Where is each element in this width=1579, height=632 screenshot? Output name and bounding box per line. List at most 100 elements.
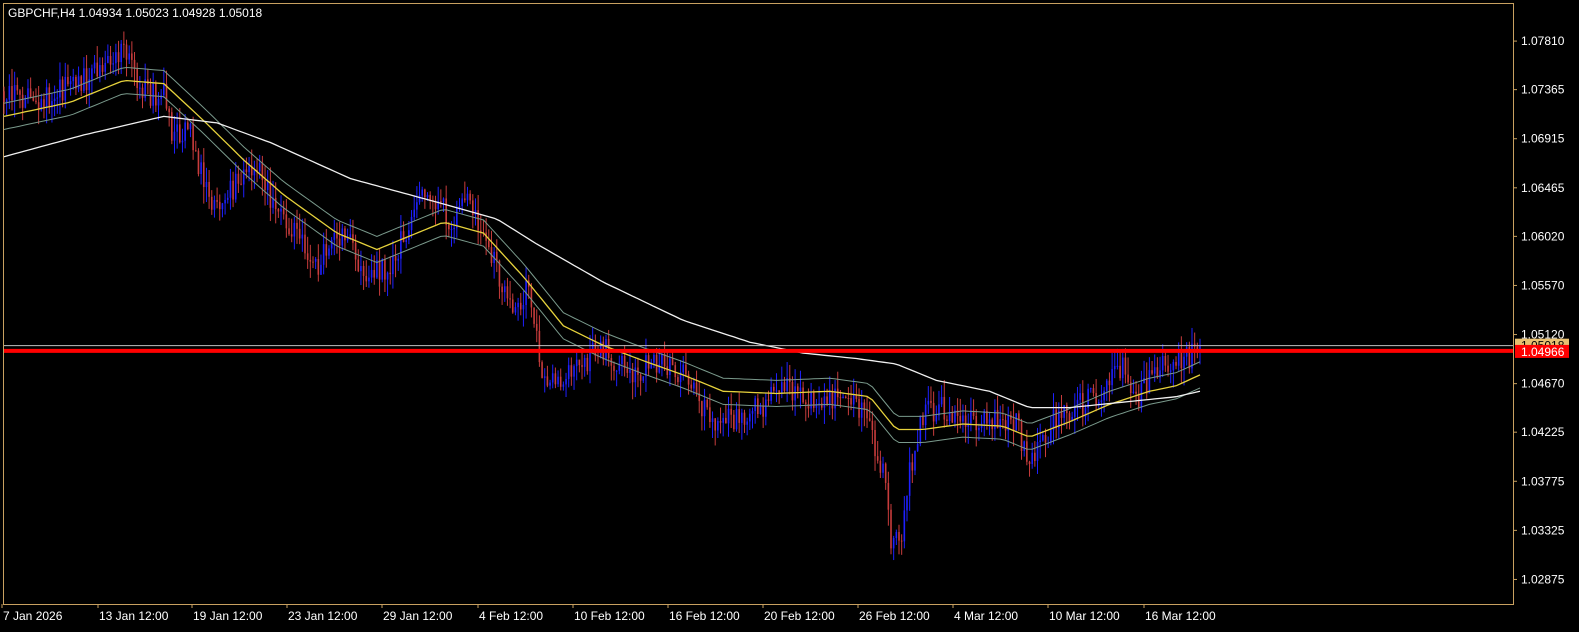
candle (1066, 402, 1068, 429)
candle-body (96, 62, 99, 77)
candle-body (234, 173, 237, 200)
candle-body (626, 368, 629, 373)
candle-body (293, 222, 296, 237)
candle-body (741, 412, 743, 423)
candle (804, 399, 807, 422)
candle-body (1140, 383, 1143, 409)
x-tick-label: 10 Mar 12:00 (1049, 609, 1120, 623)
candle (714, 417, 717, 446)
candle-body (133, 59, 136, 69)
candle-body (868, 418, 871, 421)
candle (559, 368, 562, 391)
candle (583, 354, 586, 377)
candle-body (16, 85, 19, 91)
candle-body (559, 376, 562, 387)
candle (19, 89, 21, 109)
candle-body (711, 418, 714, 423)
candle-body (264, 180, 266, 191)
x-tick-label: 20 Feb 12:00 (764, 609, 835, 623)
candle (301, 218, 304, 252)
candle-body (669, 358, 671, 375)
candle (498, 259, 501, 299)
candle-body (882, 463, 884, 473)
candle (416, 186, 418, 219)
candle (171, 107, 173, 145)
candle-body (725, 417, 727, 424)
candle-body (392, 256, 394, 275)
candle-body (831, 391, 834, 409)
candle (916, 429, 919, 452)
candle (43, 93, 45, 119)
candle-body (775, 390, 778, 392)
candle (1108, 372, 1111, 402)
candle-body (876, 456, 879, 461)
candle (930, 386, 932, 409)
candle (679, 360, 682, 398)
candle (895, 529, 898, 545)
candle (280, 195, 282, 225)
candle (573, 364, 575, 390)
candle (911, 453, 914, 483)
candle (562, 381, 565, 391)
candle (352, 219, 354, 251)
symbol-header: GBPCHF,H4 1.04934 1.05023 1.04928 1.0501… (8, 6, 263, 20)
candle-body (1095, 393, 1097, 405)
candle (863, 399, 866, 427)
candle (535, 309, 538, 343)
candle (125, 39, 128, 77)
candle (349, 218, 352, 241)
candle-body (53, 98, 56, 102)
candle-body (373, 269, 376, 278)
candle (61, 76, 64, 108)
candle-body (29, 88, 32, 98)
candle (820, 397, 823, 411)
resistance-tag-label: 1.04966 (1521, 345, 1565, 359)
candle (226, 190, 229, 204)
candle (1103, 386, 1105, 413)
envelope-lower-line (3, 93, 1201, 450)
candle (317, 244, 320, 282)
candle (980, 414, 983, 433)
candle (770, 377, 772, 405)
candle-body (767, 399, 770, 401)
candle-body (1044, 435, 1047, 443)
candle (112, 52, 115, 75)
y-tick-label: 1.03775 (1521, 474, 1565, 488)
candle (128, 45, 130, 65)
candle (807, 388, 810, 418)
candle (165, 70, 168, 111)
candle-body (487, 240, 490, 248)
candle-body (964, 415, 967, 427)
candle (922, 412, 924, 428)
candle-body (266, 181, 269, 191)
candle-body (402, 231, 405, 242)
candle (477, 195, 479, 245)
candle (988, 411, 991, 436)
candle (738, 392, 740, 434)
y-tick-label: 1.02875 (1521, 572, 1565, 586)
candle (69, 75, 72, 96)
y-tick-label: 1.05570 (1521, 278, 1565, 292)
candle-body (541, 362, 543, 378)
candle (314, 257, 317, 270)
candle (850, 384, 852, 411)
candle (972, 399, 975, 420)
candle (914, 450, 916, 476)
candle-body (426, 194, 429, 198)
candle (312, 256, 314, 269)
candle-body (117, 52, 120, 63)
price-chart[interactable]: 1.07810 1.07365 1.06915 1.06465 1.06020 1.055… (0, 0, 1579, 632)
candle-body (1121, 357, 1124, 379)
candle (11, 68, 13, 111)
candle (796, 383, 799, 399)
candle-body (128, 53, 130, 60)
candle (197, 148, 200, 177)
candle (597, 345, 599, 364)
candle-body (762, 406, 764, 417)
chart-window[interactable]: 1.07810 1.07365 1.06915 1.06465 1.06020 1.055… (0, 0, 1579, 632)
candle (541, 360, 543, 379)
candle (437, 186, 439, 215)
candle (844, 395, 847, 399)
candle-body (384, 258, 386, 280)
candle (464, 181, 466, 203)
